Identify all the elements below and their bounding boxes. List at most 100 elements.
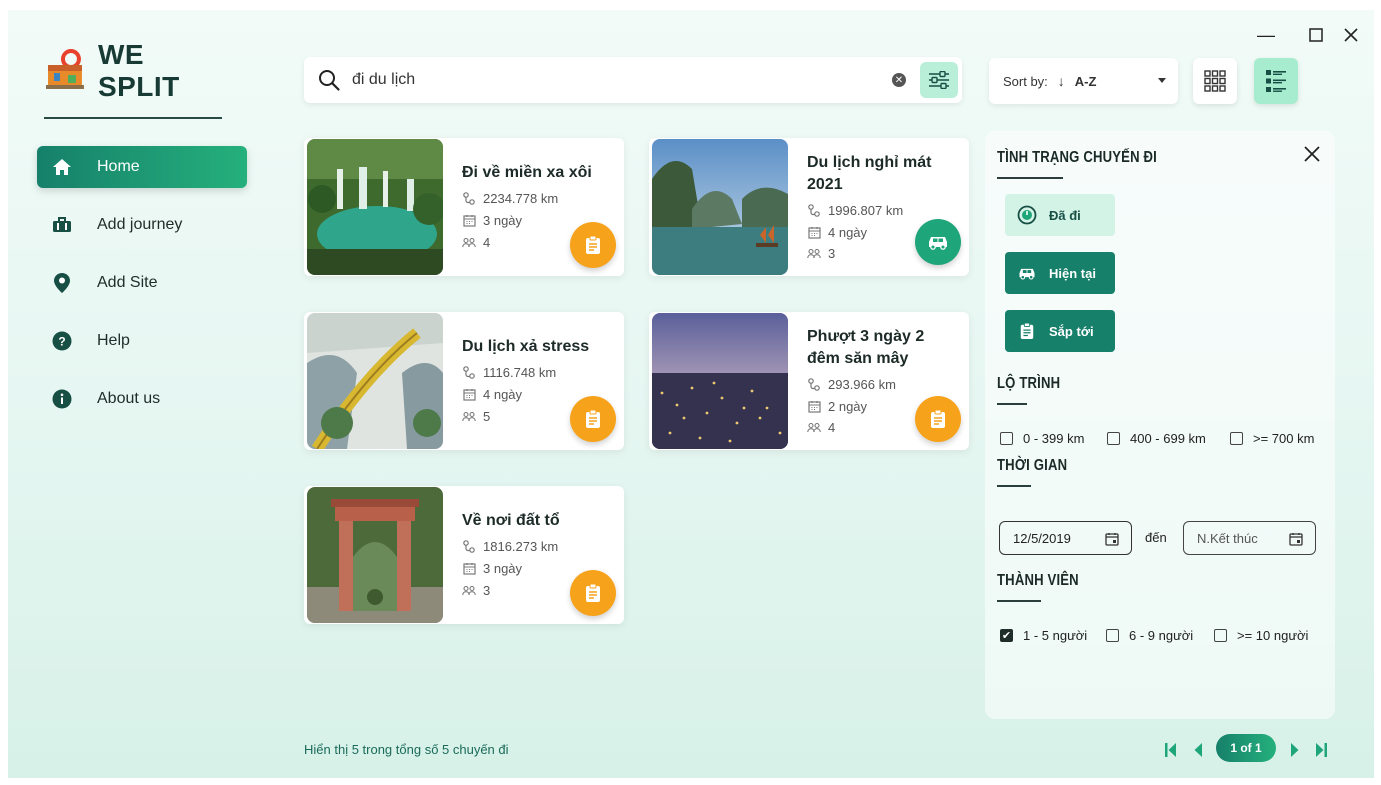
calendar-icon [1289,533,1303,546]
last-page-button[interactable] [1314,738,1328,762]
route-option-0[interactable]: 0 - 399 km [1000,431,1084,446]
checkbox-label: >= 700 km [1253,431,1315,446]
checkbox[interactable] [1230,432,1243,445]
first-page-button[interactable] [1164,738,1178,762]
trip-members-value: 4 [828,420,836,435]
calendar-icon [807,226,821,240]
checkbox-label: 1 - 5 người [1023,628,1088,643]
trip-card[interactable]: Du lịch xả stress 1116.748 km 4 ngày 5 [304,312,624,450]
filter-panel: TÌNH TRẠNG CHUYẾN ĐI Đã đi Hiện tại Sắp … [985,131,1335,719]
sidebar-item-add-journey[interactable]: Add journey [37,204,247,246]
app-window: — WE SPLIT Home Add journey Add Site ? H… [8,10,1374,778]
trip-distance-value: 2234.778 km [483,191,559,206]
trip-duration-value: 3 ngày [483,561,523,576]
sidebar-item-label: About us [97,390,161,407]
route-icon [807,204,821,218]
member-option-2[interactable]: >= 10 người [1214,628,1308,643]
checkbox[interactable] [1214,629,1227,642]
sidebar-item-home[interactable]: Home [37,146,247,188]
close-window-button[interactable] [1340,24,1362,46]
status-done-button[interactable]: Đã đi [1005,194,1115,236]
members-icon [807,421,821,435]
member-option-1[interactable]: 6 - 9 người [1106,628,1193,643]
sidebar-item-help[interactable]: ? Help [37,320,247,362]
status-upcoming-button[interactable] [570,570,616,616]
clipboard-icon [931,409,945,428]
status-upcoming-button[interactable]: Sắp tới [1005,310,1115,352]
title-underline [997,485,1031,487]
status-current-button[interactable]: Hiện tại [1005,252,1115,294]
calendar-icon [807,400,821,414]
trip-distance: 1816.273 km [462,539,558,554]
trip-card[interactable]: Về nơi đất tổ 1816.273 km 3 ngày 3 [304,486,624,624]
trip-card[interactable]: Phượt 3 ngày 2 đêm săn mây 293.966 km 2 … [649,312,969,450]
trip-members: 4 [462,235,490,250]
sort-direction-icon: ↓ [1057,73,1065,89]
filter-toggle-button[interactable] [920,62,958,98]
car-icon [1017,263,1037,283]
trip-duration-value: 4 ngày [483,387,523,402]
minimize-button[interactable]: — [1255,24,1277,46]
checkbox-label: 6 - 9 người [1129,628,1194,643]
trip-distance: 2234.778 km [462,191,558,206]
trip-card[interactable]: Du lịch nghỉ mát 2021 1996.807 km 4 ngày… [649,138,969,276]
logo-divider [44,117,222,119]
members-icon [462,236,476,250]
route-filter-title: LỘ TRÌNH [997,375,1061,392]
date-from-picker[interactable]: 12/5/2019 [999,521,1132,555]
list-view-button[interactable] [1254,58,1298,104]
sidebar-item-label: Help [97,332,130,349]
title-underline [997,600,1041,602]
checkbox-checked[interactable]: ✔ [1000,629,1013,642]
trip-distance: 1116.748 km [462,365,556,380]
trip-name: Du lịch xả stress [462,338,590,355]
status-current-button[interactable] [915,219,961,265]
sliders-icon [929,71,949,89]
date-to-picker[interactable]: N.Kết thúc [1183,521,1316,555]
suitcase-pin-logo-icon [45,49,84,89]
checkbox[interactable] [1107,432,1120,445]
list-icon [1266,70,1286,92]
clipboard-icon [586,235,600,254]
trip-card[interactable]: Đi về miền xa xôi 2234.778 km 3 ngày 4 [304,138,624,276]
sidebar-item-add-site[interactable]: Add Site [37,262,247,304]
route-icon [807,378,821,392]
checkbox-label: 0 - 399 km [1023,431,1085,446]
trip-distance: 293.966 km [807,377,896,392]
status-upcoming-button[interactable] [570,222,616,268]
calendar-icon [462,388,476,402]
trip-members-value: 5 [483,409,491,424]
search-input[interactable] [352,71,872,89]
date-to-placeholder: N.Kết thúc [1197,530,1258,546]
clear-search-icon[interactable]: ✕ [892,73,906,87]
previous-page-button[interactable] [1191,738,1205,762]
trip-name: Phượt 3 ngày 2 đêm săn mây [807,328,925,367]
clipboard-icon [586,409,600,428]
suitcase-icon [52,215,72,235]
route-option-1[interactable]: 400 - 699 km [1107,431,1206,446]
grid-icon [1204,70,1226,92]
status-upcoming-button[interactable] [915,396,961,442]
members-icon [462,584,476,598]
member-option-0[interactable]: ✔ 1 - 5 người [1000,628,1087,643]
trip-distance-value: 1996.807 km [828,203,904,218]
status-upcoming-button[interactable] [570,396,616,442]
sort-dropdown[interactable]: Sort by: ↓ A-Z [989,58,1178,104]
sidebar-item-about-us[interactable]: About us [37,378,247,420]
maximize-button[interactable] [1305,24,1327,46]
checkbox-label: >= 10 người [1237,628,1309,643]
calendar-icon [462,562,476,576]
next-page-button[interactable] [1288,738,1302,762]
app-logo: WE SPLIT [44,39,234,102]
trip-members-value: 3 [828,246,836,261]
close-filter-button[interactable] [1303,145,1323,165]
title-underline [997,177,1063,179]
route-option-2[interactable]: >= 700 km [1230,431,1314,446]
checkbox[interactable] [1000,432,1013,445]
grid-view-button[interactable] [1193,58,1237,104]
calendar-icon [1105,533,1119,546]
close-icon [1304,146,1320,162]
trip-duration: 4 ngày [462,387,522,402]
checkbox[interactable] [1106,629,1119,642]
status-upcoming-label: Sắp tới [1049,323,1094,339]
